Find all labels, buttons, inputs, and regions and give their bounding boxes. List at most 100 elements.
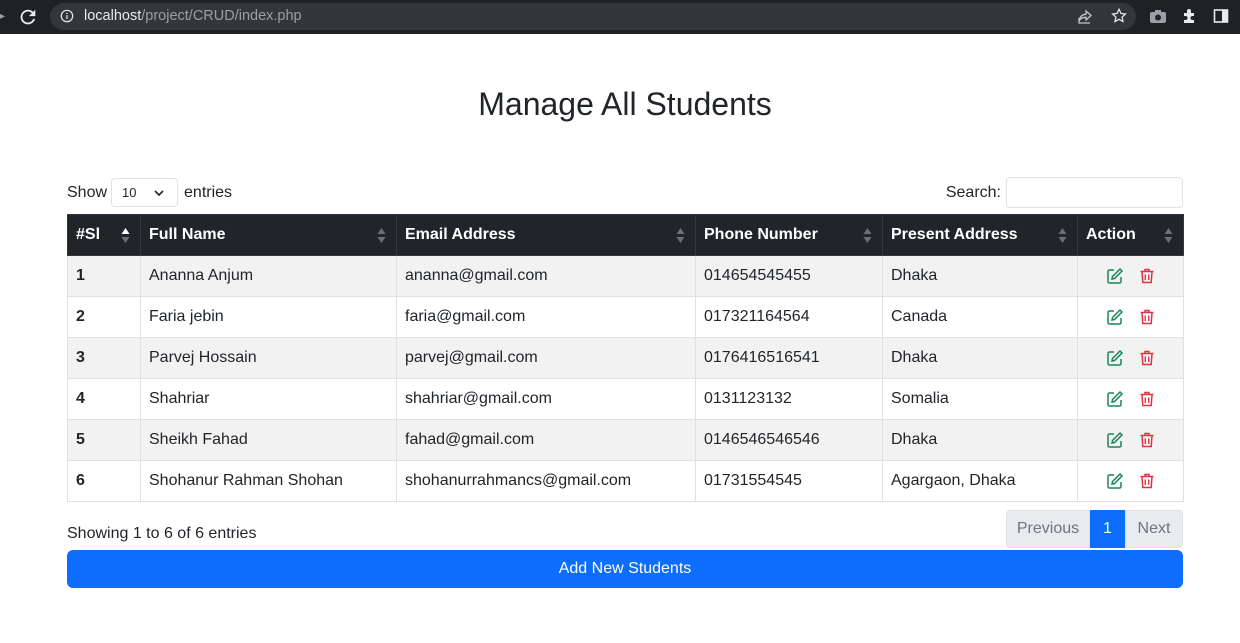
delete-icon[interactable]	[1138, 349, 1156, 367]
add-new-students-button[interactable]: Add New Students	[67, 550, 1183, 588]
cell-action	[1077, 378, 1184, 420]
column-header-label: Present Address	[891, 226, 1018, 243]
address-bar[interactable]: localhost/project/CRUD/index.php	[50, 3, 1136, 30]
entries-select-value: 10	[122, 185, 137, 200]
entries-length-control: Show 10 entries	[67, 177, 232, 208]
edit-icon[interactable]	[1106, 267, 1124, 285]
chevron-down-icon	[154, 189, 164, 196]
cell-address: Dhaka	[882, 255, 1078, 297]
delete-icon[interactable]	[1138, 308, 1156, 326]
sort-both-icon	[1058, 228, 1067, 243]
table-row: 2 Faria jebin faria@gmail.com 017321164564 C…	[67, 296, 1184, 338]
column-header-full-name[interactable]: Full Name	[140, 214, 397, 256]
cell-phone: 0131123132	[695, 378, 883, 420]
cell-address: Canada	[882, 296, 1078, 338]
share-icon[interactable]	[1077, 9, 1093, 25]
cell-phone: 014654545455	[695, 255, 883, 297]
edit-icon[interactable]	[1106, 308, 1124, 326]
students-table: #Sl Full Name Email Address Phone Number Pre…	[67, 214, 1184, 502]
cell-phone: 017321164564	[695, 296, 883, 338]
column-header-action[interactable]: Action	[1077, 214, 1184, 256]
cell-address: Dhaka	[882, 419, 1078, 461]
cell-full-name: Shohanur Rahman Shohan	[140, 460, 397, 502]
cell-full-name: Shahriar	[140, 378, 397, 420]
cell-full-name: Faria jebin	[140, 296, 397, 338]
cell-email: faria@gmail.com	[396, 296, 696, 338]
table-body: 1 Ananna Anjum ananna@gmail.com 01465454545…	[67, 255, 1184, 502]
column-header-label: #Sl	[76, 226, 101, 243]
camera-icon[interactable]	[1149, 8, 1167, 26]
url-host: localhost	[84, 8, 142, 24]
url-path: /project/CRUD/index.php	[141, 8, 302, 24]
cell-full-name: Ananna Anjum	[140, 255, 397, 297]
column-header-label: Phone Number	[704, 226, 818, 243]
cell-sl: 4	[67, 378, 141, 420]
cell-action	[1077, 419, 1184, 461]
cell-address: Somalia	[882, 378, 1078, 420]
search-control: Search:	[946, 177, 1183, 208]
cell-action	[1077, 337, 1184, 379]
column-header-email[interactable]: Email Address	[396, 214, 696, 256]
side-panel-icon[interactable]	[1213, 8, 1229, 24]
cell-phone: 0176416516541	[695, 337, 883, 379]
cell-email: ananna@gmail.com	[396, 255, 696, 297]
cell-phone: 0146546546546	[695, 419, 883, 461]
search-input[interactable]	[1006, 177, 1183, 208]
column-header-address[interactable]: Present Address	[882, 214, 1078, 256]
info-icon[interactable]	[60, 9, 74, 23]
edit-icon[interactable]	[1106, 390, 1124, 408]
back-arrow-fragment: ▸	[0, 11, 6, 22]
sort-both-icon	[863, 228, 872, 243]
page-title: Manage All Students	[478, 86, 772, 122]
pagination-next[interactable]: Next	[1125, 510, 1183, 548]
table-row: 4 Shahriar shahriar@gmail.com 0131123132 Som…	[67, 378, 1184, 420]
cell-action	[1077, 460, 1184, 502]
column-header-label: Action	[1086, 226, 1136, 243]
sort-both-icon	[1164, 228, 1173, 243]
show-label: Show	[67, 183, 108, 201]
edit-icon[interactable]	[1106, 431, 1124, 449]
cell-address: Agargaon, Dhaka	[882, 460, 1078, 502]
table-header-row: #Sl Full Name Email Address Phone Number Pre…	[67, 214, 1184, 256]
delete-icon[interactable]	[1138, 390, 1156, 408]
browser-toolbar: ▸ localhost/project/CRUD/index.php	[0, 0, 1240, 34]
reload-icon[interactable]	[17, 6, 39, 28]
bookmark-star-icon[interactable]	[1110, 7, 1128, 25]
sort-ascending-icon	[121, 228, 130, 243]
edit-icon[interactable]	[1106, 472, 1124, 490]
extensions-icon[interactable]	[1181, 7, 1199, 25]
column-header-label: Email Address	[405, 226, 516, 243]
delete-icon[interactable]	[1138, 472, 1156, 490]
delete-icon[interactable]	[1138, 267, 1156, 285]
cell-sl: 2	[67, 296, 141, 338]
sort-both-icon	[676, 228, 685, 243]
cell-email: parvej@gmail.com	[396, 337, 696, 379]
cell-email: shohanurrahmancs@gmail.com	[396, 460, 696, 502]
column-header-phone[interactable]: Phone Number	[695, 214, 883, 256]
url-text: localhost/project/CRUD/index.php	[84, 8, 302, 24]
cell-sl: 3	[67, 337, 141, 379]
entries-label: entries	[184, 183, 233, 201]
cell-action	[1077, 255, 1184, 297]
entries-select[interactable]: 10	[111, 178, 179, 207]
table-row: 1 Ananna Anjum ananna@gmail.com 01465454545…	[67, 255, 1184, 297]
pagination-page-1[interactable]: 1	[1090, 510, 1125, 548]
cell-full-name: Sheikh Fahad	[140, 419, 397, 461]
edit-icon[interactable]	[1106, 349, 1124, 367]
table-row: 5 Sheikh Fahad fahad@gmail.com 014654654654…	[67, 419, 1184, 461]
cell-address: Dhaka	[882, 337, 1078, 379]
cell-phone: 01731554545	[695, 460, 883, 502]
search-label: Search:	[945, 183, 1001, 201]
column-header-sl[interactable]: #Sl	[67, 214, 141, 256]
table-info: Showing 1 to 6 of 6 entries	[67, 525, 257, 542]
delete-icon[interactable]	[1138, 431, 1156, 449]
cell-sl: 6	[67, 460, 141, 502]
sort-both-icon	[377, 228, 386, 243]
cell-sl: 1	[67, 255, 141, 297]
cell-email: fahad@gmail.com	[396, 419, 696, 461]
column-header-label: Full Name	[149, 226, 226, 243]
pagination-previous[interactable]: Previous	[1006, 510, 1090, 548]
cell-email: shahriar@gmail.com	[396, 378, 696, 420]
table-row: 6 Shohanur Rahman Shohan shohanurrahmancs@…	[67, 460, 1184, 502]
cell-sl: 5	[67, 419, 141, 461]
